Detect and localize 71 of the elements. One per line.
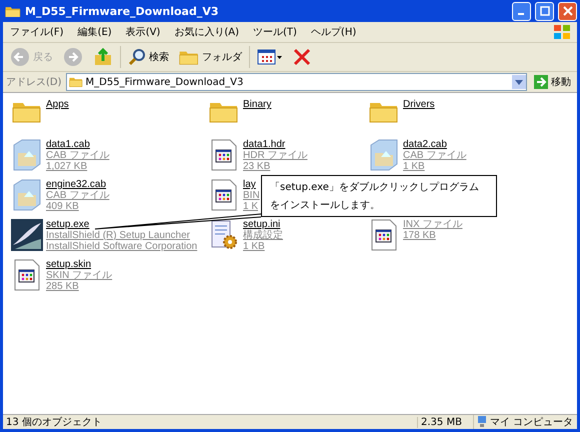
installer-icon [11, 219, 43, 251]
menu-item[interactable]: ヘルプ(H) [304, 25, 364, 39]
menu-item[interactable]: ツール(T) [246, 25, 304, 39]
maximize-icon [540, 6, 550, 16]
views-icon [257, 48, 283, 66]
total-size: 2.35 MB [417, 416, 473, 428]
file-detail: SKIN ファイル [46, 270, 112, 281]
file-detail: InstallShield (R) Setup Launcher [46, 230, 191, 241]
windows-flag-icon [553, 24, 571, 40]
location-label: マイ コンピュータ [490, 416, 574, 429]
file-detail: HDR ファイル [243, 150, 308, 161]
menu-item[interactable]: 編集(E) [70, 25, 119, 39]
address-label: アドレス(D) [6, 76, 62, 89]
folder-icon [179, 49, 199, 65]
minimize-button[interactable] [512, 2, 531, 20]
file-detail: 409 KB [46, 201, 80, 212]
maximize-button[interactable] [535, 2, 554, 20]
address-field[interactable]: M_D55_Firmware_Download_V3 [66, 73, 527, 91]
file-detail: 1 KB [243, 241, 266, 252]
file-name[interactable]: setup.exe [46, 219, 198, 230]
go-arrow-icon [534, 75, 548, 89]
file-name[interactable]: data1.hdr [243, 139, 308, 150]
file-name[interactable]: data1.cab [46, 139, 110, 150]
file-name[interactable]: setup.skin [46, 259, 112, 270]
cabinet-file-icon [12, 139, 42, 171]
file-detail: INX ファイル [403, 219, 462, 230]
folder-icon [5, 4, 21, 18]
file-detail: 178 KB [403, 230, 437, 241]
folder-up-icon [93, 47, 113, 67]
file-name[interactable]: setup.ini [243, 219, 283, 230]
file-detail: 構成設定 [243, 230, 283, 241]
file-icon [210, 179, 238, 211]
file-detail: InstallShield Software Corporation [46, 241, 198, 252]
file-detail: 23 KB [243, 161, 272, 172]
file-icon [370, 219, 398, 251]
file-detail: 1 K [243, 201, 260, 212]
file-detail: CAB ファイル [46, 150, 110, 161]
dropdown-icon [515, 80, 523, 84]
file-name[interactable]: lay [243, 179, 260, 190]
menu-item[interactable]: 表示(V) [118, 25, 168, 39]
file-name[interactable]: Binary [243, 99, 272, 110]
callout-text: 「setup.exe」をダブルクリックしプログラム [270, 180, 480, 194]
close-icon [562, 6, 572, 16]
search-icon [128, 48, 146, 66]
file-name[interactable]: Apps [46, 99, 69, 110]
settings-file-icon [209, 219, 239, 251]
go-button[interactable]: 移動 [531, 75, 574, 89]
folders-button[interactable]: フォルダ [176, 47, 245, 67]
computer-icon [477, 416, 487, 428]
file-icon [210, 139, 238, 171]
cabinet-file-icon [369, 139, 399, 171]
file-name[interactable]: Drivers [403, 99, 435, 110]
delete-icon [293, 48, 311, 66]
file-detail: 1 KB [403, 161, 426, 172]
folder-icon [68, 76, 83, 88]
window-title: M_D55_Firmware_Download_V3 [25, 4, 220, 18]
menu-item[interactable]: お気に入り(A) [167, 25, 246, 39]
cabinet-file-icon [12, 179, 42, 211]
callout-text: をインストールします。 [270, 199, 381, 212]
file-name[interactable]: data2.cab [403, 139, 466, 150]
menu-item[interactable]: ファイル(F) [3, 25, 71, 39]
search-button[interactable]: 検索 [125, 46, 172, 68]
file-detail: 285 KB [46, 281, 80, 292]
file-icon [13, 259, 41, 291]
close-button[interactable] [558, 2, 577, 20]
file-detail: 1,027 KB [46, 161, 88, 172]
file-detail: BIN [243, 190, 260, 201]
file-name[interactable]: engine32.cab [46, 179, 110, 190]
file-detail: CAB ファイル [46, 190, 110, 201]
file-detail: CAB ファイル [403, 150, 466, 161]
object-count: 13 個のオブジェクト [5, 416, 103, 429]
